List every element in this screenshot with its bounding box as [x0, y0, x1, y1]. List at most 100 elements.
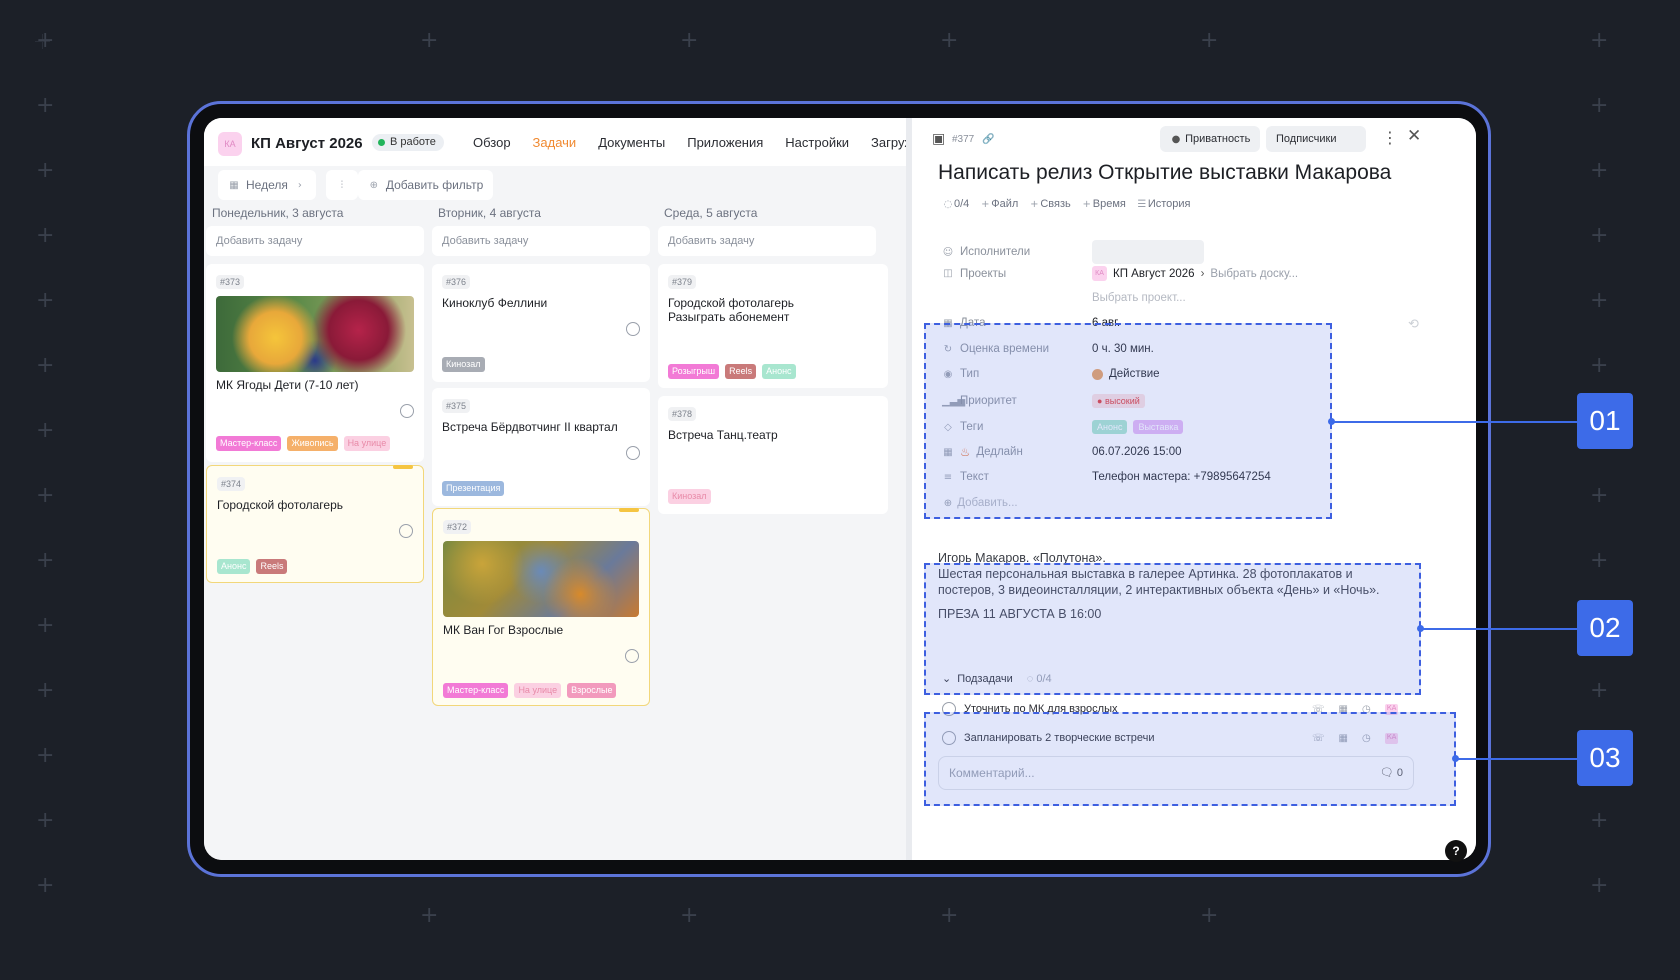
tag: Мастер-класс — [443, 683, 509, 698]
column-header: Вторник, 4 августа — [438, 206, 541, 220]
plus-decoration: + — [680, 28, 699, 53]
complete-checkbox[interactable] — [399, 524, 413, 538]
add-task-input[interactable]: Добавить задачу — [206, 226, 424, 256]
detail-topbar: ▣ #377 🔗 — [932, 131, 995, 147]
add-filter-button[interactable]: ⊕ Добавить фильтр — [357, 170, 494, 200]
subscribers-button[interactable]: Подписчики — [1266, 126, 1366, 152]
task-title: МК Ван Гог Взрослые — [443, 623, 564, 637]
history-button[interactable]: ☰ История — [1136, 198, 1190, 210]
assignees-field[interactable] — [1092, 240, 1204, 264]
subscribers-label: Подписчики — [1276, 133, 1337, 145]
tab-apps[interactable]: Приложения — [687, 135, 763, 150]
complete-checkbox[interactable] — [400, 404, 414, 418]
add-task-input[interactable]: Добавить задачу — [658, 226, 876, 256]
close-icon[interactable]: ✕ — [1407, 126, 1421, 146]
status-badge[interactable]: В работе — [372, 134, 444, 151]
plus-decoration: + — [1590, 93, 1609, 118]
task-id: #379 — [668, 275, 697, 289]
calendar-icon: ▦ — [229, 179, 239, 191]
task-id: #372 — [443, 520, 472, 534]
task-title: Городской фотолагерь Разыграть абонемент — [668, 296, 794, 324]
highlight-box-properties — [924, 323, 1332, 519]
tag-list: Розыгрыш Reels Анонс — [668, 364, 796, 379]
tag-list: Кинозал — [442, 357, 485, 372]
project-header: КА КП Август 2026 В работе Обзор Задачи … — [204, 118, 913, 166]
task-card[interactable]: #378 Встреча Танц.театр Кинозал — [658, 396, 888, 514]
project-avatar: КА — [1092, 266, 1107, 281]
task-id: #378 — [668, 407, 697, 421]
plus-decoration: + — [36, 93, 55, 118]
choose-board[interactable]: Выбрать доску... — [1210, 268, 1298, 280]
project-tabs: Обзор Задачи Документы Приложения Настро… — [473, 135, 935, 150]
week-selector[interactable]: ▦ Неделя › — [218, 170, 316, 200]
callout-line — [1332, 421, 1578, 423]
highlight-box-description — [924, 563, 1421, 695]
subtasks-progress[interactable]: ◌ 0/4 — [942, 198, 970, 210]
task-card[interactable]: #372 МК Ван Гог Взрослые Мастер-класс На… — [432, 508, 650, 706]
tab-tasks[interactable]: Задачи — [533, 135, 577, 150]
project-name[interactable]: КП Август 2026 — [1113, 268, 1195, 280]
task-card[interactable]: #375 Встреча Бёрдвотчинг II квартал През… — [432, 388, 650, 506]
user-icon: ☺ — [942, 246, 954, 258]
plus-icon: + — [1082, 199, 1091, 210]
tag: Живопись — [287, 436, 338, 451]
task-id: #376 — [442, 275, 471, 289]
plus-decoration: + — [1590, 548, 1609, 573]
choose-project[interactable]: Выбрать проект... — [1092, 292, 1186, 304]
tag: Анонс — [217, 559, 251, 574]
plus-decoration: + — [36, 223, 55, 248]
column-header: Среда, 5 августа — [664, 206, 758, 220]
plus-decoration: + — [36, 613, 55, 638]
complete-checkbox[interactable] — [625, 649, 639, 663]
plus-decoration: + — [36, 28, 55, 53]
filter-button[interactable]: ⫶ — [325, 170, 358, 200]
add-file-button[interactable]: + Файл — [979, 198, 1018, 210]
sync-icon[interactable]: ⟲ — [1408, 317, 1419, 332]
assignees-row: ☺ Исполнители — [942, 240, 1204, 264]
board-pane: КА КП Август 2026 В работе Обзор Задачи … — [204, 118, 913, 860]
chevron-right-icon: › — [297, 179, 302, 191]
add-filter-label: Добавить фильтр — [385, 178, 484, 192]
tag: Кинозал — [442, 357, 485, 372]
help-button[interactable]: ? — [1445, 840, 1467, 862]
link-icon[interactable]: 🔗 — [982, 134, 994, 145]
project-avatar[interactable]: КА — [218, 132, 242, 156]
highlight-marker — [393, 465, 413, 469]
task-card[interactable]: #376 Киноклуб Феллини Кинозал — [432, 264, 650, 382]
plus-decoration: + — [1200, 903, 1219, 928]
add-task-input[interactable]: Добавить задачу — [432, 226, 650, 256]
tag: Мастер-класс — [216, 436, 282, 451]
complete-checkbox[interactable] — [626, 322, 640, 336]
day-column: Среда, 5 августа Добавить задачу — [658, 202, 876, 256]
board-toolbar: ▦ Неделя › ⫶ ⊕ Добавить фильтр — [218, 170, 494, 200]
add-link-button[interactable]: + Связь — [1028, 198, 1071, 210]
task-id: #374 — [217, 477, 246, 491]
plus-decoration: + — [36, 418, 55, 443]
plus-decoration: + — [36, 548, 55, 573]
tab-documents[interactable]: Документы — [598, 135, 665, 150]
panel-toggle-icon[interactable]: ▣ — [932, 131, 945, 147]
project-title: КП Август 2026 — [251, 135, 363, 152]
task-id: #373 — [216, 275, 245, 289]
tag-list: Мастер-класс Живопись На улице — [216, 436, 391, 451]
privacy-button[interactable]: ● Приватность — [1160, 126, 1261, 152]
highlight-marker — [619, 508, 639, 512]
task-title: МК Ягоды Дети (7-10 лет) — [216, 378, 359, 392]
column-header: Понедельник, 3 августа — [212, 206, 344, 220]
tab-overview[interactable]: Обзор — [473, 135, 511, 150]
tab-settings[interactable]: Настройки — [785, 135, 849, 150]
task-title[interactable]: Написать релиз Открытие выставки Макаров… — [938, 161, 1391, 185]
tag: На улице — [514, 683, 562, 698]
add-time-button[interactable]: + Время — [1081, 198, 1126, 210]
task-card[interactable]: #379 Городской фотолагерь Разыграть абон… — [658, 264, 888, 388]
day-column: Вторник, 4 августа Добавить задачу — [432, 202, 650, 256]
plus-decoration: + — [1200, 28, 1219, 53]
board-icon: ◫ — [943, 268, 953, 279]
task-card[interactable]: #373 МК Ягоды Дети (7-10 лет) Мастер-кла… — [206, 264, 424, 462]
tag: Презентация — [442, 481, 505, 496]
highlight-box-subtasks — [924, 712, 1456, 806]
complete-checkbox[interactable] — [626, 446, 640, 460]
more-menu-icon[interactable]: ⋮ — [1382, 128, 1398, 147]
plus-decoration: + — [36, 743, 55, 768]
task-card[interactable]: #374 Городской фотолагерь Анонс Reels — [206, 465, 424, 583]
